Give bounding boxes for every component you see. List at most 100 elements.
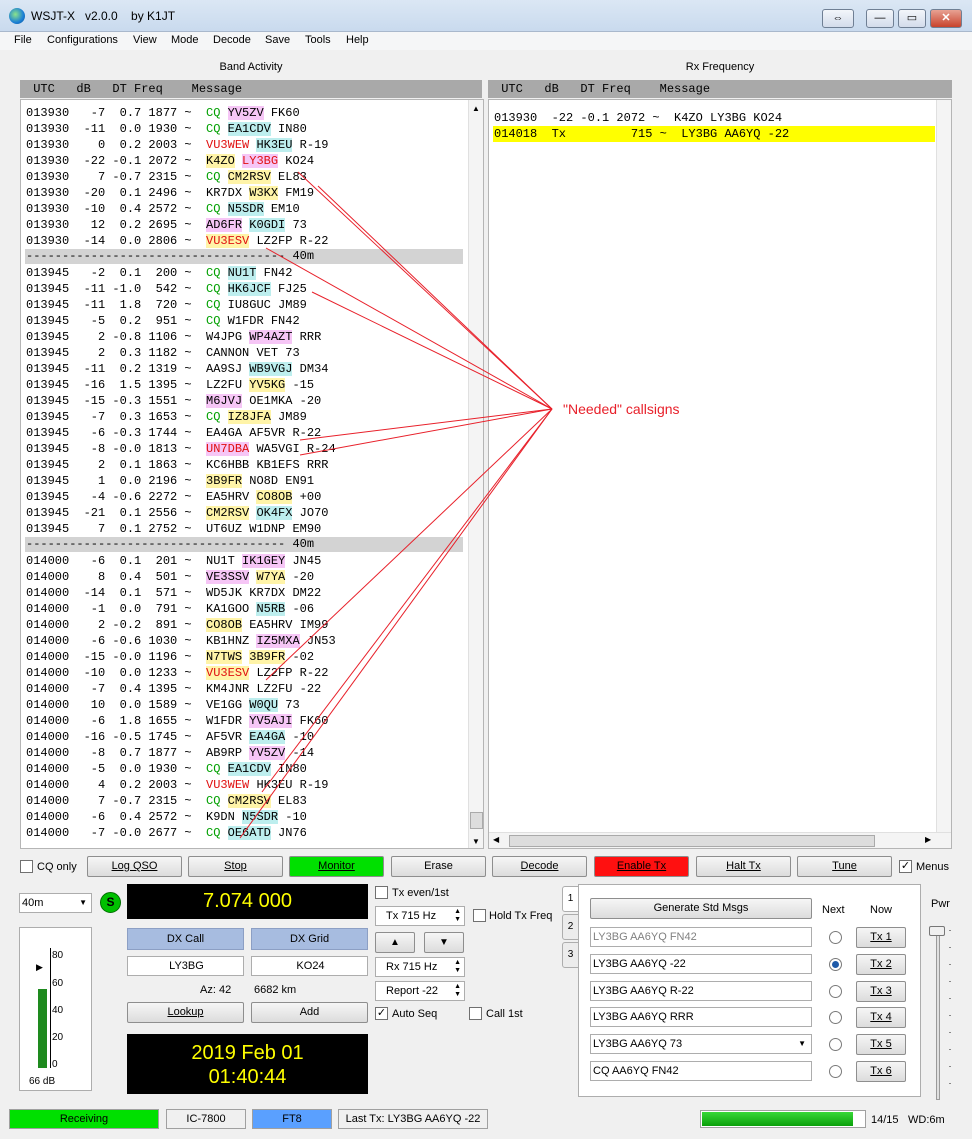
next-radio-6[interactable]: [829, 1065, 842, 1078]
status-mode: FT8: [252, 1109, 332, 1129]
band-select[interactable]: 40m ▼: [19, 893, 92, 913]
report-spinbox[interactable]: Report -22 ▲ ▼: [375, 981, 465, 1001]
power-slider-track[interactable]: [936, 930, 940, 1100]
dx-grid-label: DX Grid: [251, 928, 368, 950]
power-slider-ticks: [949, 930, 951, 1100]
tx-message-5[interactable]: LY3BG AA6YQ 73 ▼: [590, 1034, 812, 1054]
watchdog-text: WD:6m: [908, 1114, 945, 1126]
dx-call-input[interactable]: LY3BG: [127, 956, 244, 976]
rx-freq-value: Rx 715 Hz: [386, 961, 438, 973]
tx-even-label: Tx even/1st: [392, 887, 449, 899]
tx-message-4[interactable]: LY3BG AA6YQ RRR: [590, 1007, 812, 1027]
spin-arrows-icon[interactable]: ▲ ▼: [454, 959, 461, 975]
arrow-line: [299, 408, 553, 441]
hold-tx-freq-checkbox[interactable]: [473, 909, 486, 922]
dx-grid-input[interactable]: KO24: [251, 956, 368, 976]
call-1st-label: Call 1st: [486, 1008, 523, 1020]
chevron-down-icon: ▼: [79, 898, 87, 907]
dx-call-label: DX Call: [127, 928, 244, 950]
tx-freq-spinbox[interactable]: Tx 715 Hz ▲ ▼: [375, 906, 465, 926]
frequency-display: 7.074 000: [127, 884, 368, 919]
cq-only-checkbox[interactable]: [20, 860, 33, 873]
monitor-button[interactable]: Monitor: [289, 856, 384, 877]
clock-display: 2019 Feb 01 01:40:44: [127, 1034, 368, 1094]
generate-std-msgs-button[interactable]: Generate Std Msgs: [590, 898, 812, 919]
meter-axis: [50, 948, 51, 1068]
rx-freq-spinbox[interactable]: Rx 715 Hz ▲ ▼: [375, 957, 465, 977]
azimuth: Az: 42: [200, 984, 232, 996]
tune-button[interactable]: Tune: [797, 856, 892, 877]
arrow-line: [311, 291, 553, 410]
tx-message-2[interactable]: LY3BG AA6YQ -22: [590, 954, 812, 974]
status-rig: IC-7800: [166, 1109, 246, 1129]
spin-arrows-icon[interactable]: ▲ ▼: [454, 908, 461, 924]
meter-level-bar: [38, 989, 47, 1068]
pwr-label: Pwr: [931, 898, 950, 910]
tx-message-text: LY3BG AA6YQ R-22: [593, 985, 694, 997]
tx-message-1[interactable]: LY3BG AA6YQ FN42: [590, 927, 812, 947]
progress-text: 14/15: [871, 1114, 899, 1126]
arrow-up-button[interactable]: ▲: [375, 932, 415, 953]
tx-message-text: LY3BG AA6YQ RRR: [593, 1011, 694, 1023]
stop-button[interactable]: Stop: [188, 856, 283, 877]
meter-tick-0: 0: [52, 1059, 58, 1070]
tab-1[interactable]: 1: [562, 886, 579, 912]
s-meter-indicator[interactable]: S: [100, 892, 121, 913]
status-receiving: Receiving: [9, 1109, 159, 1129]
tx-3-button[interactable]: Tx 3: [856, 981, 906, 1002]
menus-label: Menus: [916, 861, 950, 873]
meter-db: 66 dB: [29, 1076, 56, 1087]
report-value: Report -22: [386, 985, 438, 997]
next-radio-5[interactable]: [829, 1038, 842, 1051]
auto-seq-label: Auto Seq: [392, 1008, 438, 1020]
spin-arrows-icon[interactable]: ▲ ▼: [454, 983, 461, 999]
menus-checkbox[interactable]: ✓: [899, 860, 912, 873]
meter-tick-40: 40: [52, 1005, 64, 1016]
now-label: Now: [870, 904, 893, 916]
tx-1-button[interactable]: Tx 1: [856, 927, 906, 948]
enable-tx-button[interactable]: Enable Tx: [594, 856, 689, 877]
tab-2[interactable]: 2: [562, 914, 579, 940]
halt-tx-button[interactable]: Halt Tx: [696, 856, 791, 877]
tx-message-3[interactable]: LY3BG AA6YQ R-22: [590, 981, 812, 1001]
distance: 6682 km: [254, 984, 297, 996]
status-last-tx: Last Tx: LY3BG AA6YQ -22: [338, 1109, 488, 1129]
log-qso-button[interactable]: Log QSO: [87, 856, 182, 877]
decode-button[interactable]: Decode: [492, 856, 587, 877]
tx-message-text: CQ AA6YQ FN42: [593, 1065, 679, 1077]
meter-tick-60: 60: [52, 978, 64, 989]
power-slider-handle[interactable]: [929, 926, 945, 936]
arrow-down-button[interactable]: ▼: [424, 932, 464, 953]
tx-message-text: LY3BG AA6YQ FN42: [593, 931, 697, 943]
next-radio-2[interactable]: [829, 958, 842, 971]
meter-tick-20: 20: [52, 1032, 64, 1043]
tx-5-button[interactable]: Tx 5: [856, 1034, 906, 1055]
tx-even-checkbox[interactable]: [375, 886, 388, 899]
tab-3[interactable]: 3: [562, 942, 579, 968]
cq-only-label: CQ only: [37, 861, 77, 873]
band-value: 40m: [22, 897, 44, 909]
arrow-line: [265, 408, 553, 681]
tx-4-button[interactable]: Tx 4: [856, 1007, 906, 1028]
hold-tx-freq-label: Hold Tx Freq: [489, 910, 553, 922]
meter-tick-80: 80: [52, 950, 64, 961]
tx-message-text: LY3BG AA6YQ 73: [593, 1038, 683, 1050]
tx-message-6[interactable]: CQ AA6YQ FN42: [590, 1061, 812, 1081]
add-button[interactable]: Add: [251, 1002, 368, 1023]
tx-freq-value: Tx 715 Hz: [386, 910, 437, 922]
needed-callsigns-annotation: "Needed" callsigns: [563, 401, 680, 417]
next-radio-3[interactable]: [829, 985, 842, 998]
date-display: 2019 Feb 01: [191, 1042, 304, 1064]
tx-6-button[interactable]: Tx 6: [856, 1061, 906, 1082]
next-radio-4[interactable]: [829, 1011, 842, 1024]
erase-button[interactable]: Erase: [391, 856, 486, 877]
next-radio-1[interactable]: [829, 931, 842, 944]
lookup-button[interactable]: Lookup: [127, 1002, 244, 1023]
arrow-line: [299, 408, 553, 456]
arrow-line: [239, 408, 553, 839]
meter-marker-icon: ▶: [36, 962, 43, 972]
time-display: 01:40:44: [208, 1066, 287, 1088]
auto-seq-checkbox[interactable]: ✓: [375, 1007, 388, 1020]
tx-2-button[interactable]: Tx 2: [856, 954, 906, 975]
call-1st-checkbox[interactable]: [469, 1007, 482, 1020]
